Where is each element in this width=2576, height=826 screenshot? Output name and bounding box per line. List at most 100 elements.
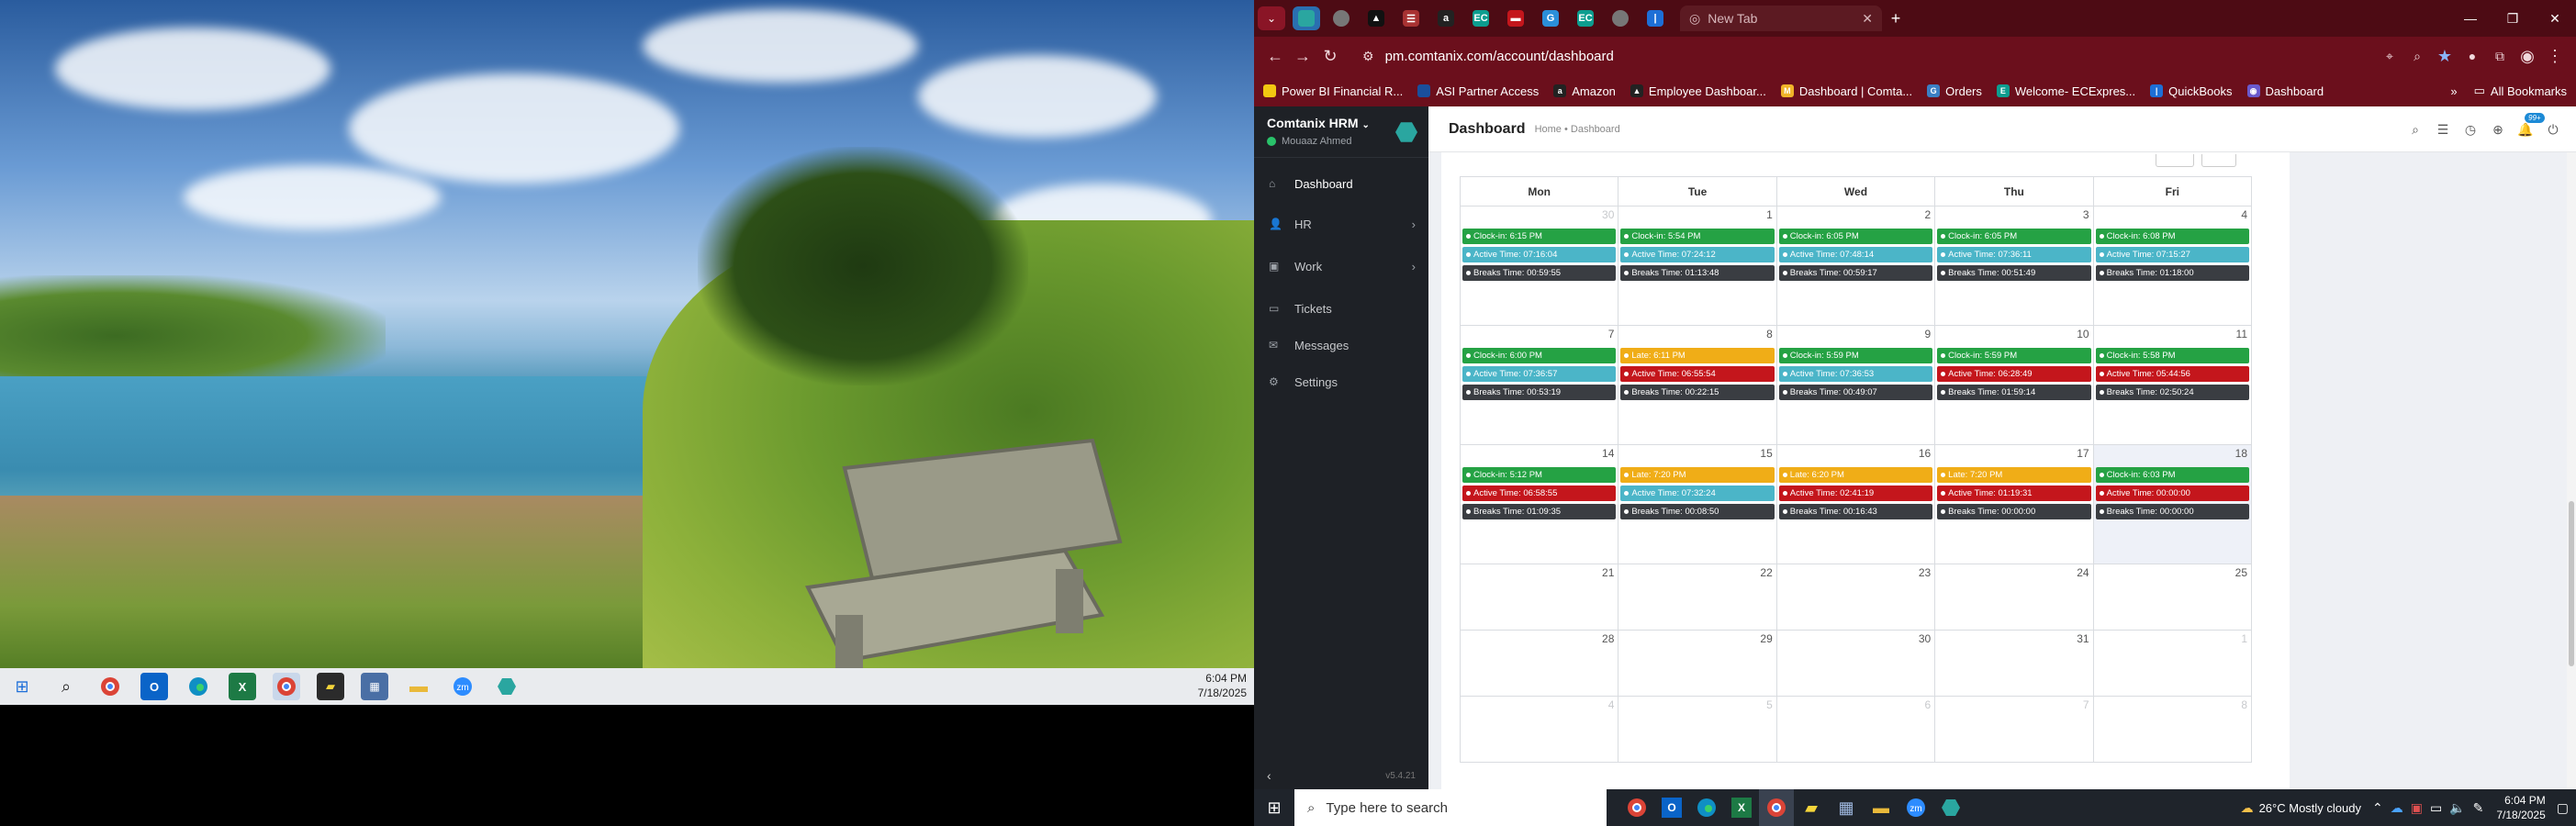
windows-icon[interactable]: ⊞ [8, 673, 36, 700]
close-window-button[interactable]: ✕ [2534, 0, 2576, 37]
network-icon[interactable]: ▭ [2430, 800, 2442, 816]
day-number[interactable]: 1 [1766, 208, 1773, 221]
sidebar-item-settings[interactable]: ⚙ Settings [1254, 363, 1428, 400]
new-tab-button[interactable]: + [1882, 6, 1910, 30]
day-number[interactable]: 17 [2077, 447, 2089, 460]
attendance-event[interactable]: Breaks Time: 00:08:50 [1620, 504, 1775, 519]
day-number[interactable]: 16 [1919, 447, 1931, 460]
zoom-icon[interactable]: ⌕ [2403, 42, 2431, 70]
tab-10[interactable]: | [1641, 6, 1669, 30]
calendar-day-cell[interactable]: 14 Clock-in: 5:12 PM Active Time: 06:58:55… [1459, 444, 1619, 564]
forward-button[interactable]: → [1289, 42, 1316, 70]
attendance-event[interactable]: Breaks Time: 00:59:55 [1462, 265, 1617, 281]
sidebar-item-messages[interactable]: ✉ Messages [1254, 327, 1428, 363]
calendar-day-cell[interactable]: 1 [2092, 630, 2253, 697]
excel-icon[interactable]: X [1724, 789, 1759, 826]
calendar-day-cell[interactable]: 8 Late: 6:11 PM Active Time: 06:55:54 Break… [1618, 325, 1777, 445]
taskbar-search-input[interactable]: ⌕ Type here to search [1294, 789, 1607, 826]
calendar-day-cell[interactable]: 17 Late: 7:20 PM Active Time: 01:19:31 Brea… [1934, 444, 2094, 564]
attendance-event[interactable]: Active Time: 05:44:56 [2095, 366, 2249, 382]
tab-search-button[interactable]: ⌄ [1258, 6, 1285, 30]
attendance-event[interactable]: Breaks Time: 01:18:00 [2095, 265, 2249, 281]
attendance-event[interactable]: Clock-in: 6:00 PM [1462, 348, 1617, 363]
tab-4[interactable]: a [1432, 6, 1460, 30]
day-number[interactable]: 10 [2077, 328, 2089, 340]
app-icon[interactable] [493, 673, 521, 700]
attendance-event[interactable]: Breaks Time: 00:49:07 [1778, 385, 1933, 400]
app-icon[interactable] [1933, 789, 1968, 826]
volume-icon[interactable]: 🔈 [2449, 800, 2465, 816]
calendar-day-cell[interactable]: 16 Late: 6:20 PM Active Time: 02:41:19 Brea… [1775, 444, 1936, 564]
attendance-event[interactable]: Active Time: 07:16:04 [1462, 247, 1617, 262]
tray-app-icon[interactable]: ▣ [2411, 800, 2423, 816]
attendance-event[interactable]: Active Time: 07:32:24 [1620, 486, 1775, 501]
attendance-event[interactable]: Clock-in: 6:03 PM [2095, 467, 2249, 483]
search-icon[interactable]: ⌕ [2402, 122, 2429, 138]
menu-icon[interactable]: ⋮ [2541, 42, 2569, 70]
day-number[interactable]: 30 [1919, 632, 1931, 645]
tab-6[interactable]: ▬ [1502, 6, 1529, 30]
tab-app[interactable] [1293, 6, 1320, 30]
chrome-icon[interactable] [1619, 789, 1654, 826]
bookmark-item[interactable]: M Dashboard | Comta... [1780, 84, 1912, 98]
day-number[interactable]: 4 [2241, 208, 2247, 221]
calendar-day-cell[interactable]: 11 Clock-in: 5:58 PM Active Time: 05:44:56… [2092, 325, 2253, 445]
clock-icon[interactable]: ◷ [2457, 122, 2484, 138]
day-number[interactable]: 11 [2236, 328, 2247, 340]
add-icon[interactable]: ⊕ [2484, 122, 2512, 138]
outlook-icon[interactable]: O [1654, 789, 1689, 826]
all-bookmarks[interactable]: » ▭ All Bookmarks [2450, 75, 2567, 106]
tab-5[interactable]: EC [1467, 6, 1495, 30]
attendance-event[interactable]: Clock-in: 5:12 PM [1462, 467, 1617, 483]
attendance-event[interactable]: Late: 7:20 PM [1620, 467, 1775, 483]
account-icon[interactable]: ◉ [2514, 42, 2541, 70]
attendance-event[interactable]: Active Time: 07:15:27 [2095, 247, 2249, 262]
attendance-event[interactable]: Breaks Time: 00:22:15 [1620, 385, 1775, 400]
sidebar-item-dashboard[interactable]: ⌂ Dashboard [1254, 165, 1428, 202]
calendar-day-cell[interactable]: 25 [2092, 564, 2253, 631]
calendar-day-cell[interactable]: 6 [1775, 696, 1936, 763]
next-button[interactable] [2201, 154, 2236, 167]
sidebar-item-tickets[interactable]: ▭ Tickets [1254, 290, 1428, 327]
calendar-day-cell[interactable]: 7 [1934, 696, 2094, 763]
tab-2[interactable]: ▲ [1362, 6, 1390, 30]
attendance-event[interactable]: Clock-in: 5:58 PM [2095, 348, 2249, 363]
attendance-event[interactable]: Active Time: 02:41:19 [1778, 486, 1933, 501]
sticky-notes-icon[interactable]: ▰ [1794, 789, 1829, 826]
chrome-icon[interactable] [1759, 789, 1794, 826]
attendance-event[interactable]: Late: 6:11 PM [1620, 348, 1775, 363]
app-name[interactable]: Comtanix HRM ⌄ [1267, 116, 1416, 130]
attendance-event[interactable]: Late: 6:20 PM [1778, 467, 1933, 483]
attendance-event[interactable]: Active Time: 06:55:54 [1620, 366, 1775, 382]
right-clock[interactable]: 6:04 PM 7/18/2025 [2496, 793, 2545, 822]
minimize-button[interactable]: — [2449, 0, 2492, 37]
page-scrollbar[interactable] [2567, 152, 2576, 789]
list-icon[interactable]: ☰ [2429, 122, 2457, 138]
url-input[interactable]: ⚙ pm.comtanix.com/account/dashboard [1353, 41, 2367, 71]
tab-7[interactable]: G [1537, 6, 1564, 30]
attendance-event[interactable]: Breaks Time: 01:59:14 [1937, 385, 2091, 400]
close-icon[interactable]: ✕ [1862, 11, 1873, 27]
weather-text[interactable]: 26°C Mostly cloudy [2259, 801, 2361, 815]
day-number[interactable]: 28 [1602, 632, 1614, 645]
attendance-event[interactable]: Active Time: 07:36:53 [1778, 366, 1933, 382]
chrome-icon[interactable] [273, 673, 300, 700]
breadcrumb[interactable]: Home • Dashboard [1535, 124, 1620, 135]
calendar-day-cell[interactable]: 22 [1618, 564, 1777, 631]
day-number[interactable]: 15 [1760, 447, 1772, 460]
calendar-day-cell[interactable]: 5 [1618, 696, 1777, 763]
bookmark-item[interactable]: ◉ Dashboard [2246, 84, 2324, 98]
calendar-day-cell[interactable]: 24 [1934, 564, 2094, 631]
attendance-event[interactable]: Breaks Time: 00:00:00 [2095, 504, 2249, 519]
attendance-event[interactable]: Breaks Time: 00:53:19 [1462, 385, 1617, 400]
day-number[interactable]: 18 [2235, 447, 2247, 460]
calendar-day-cell[interactable]: 31 [1934, 630, 2094, 697]
attendance-event[interactable]: Active Time: 07:36:57 [1462, 366, 1617, 382]
day-number[interactable]: 8 [2241, 698, 2247, 711]
zoom-icon[interactable]: zm [1898, 789, 1933, 826]
prev-button[interactable] [2156, 154, 2194, 167]
attendance-event[interactable]: Clock-in: 6:05 PM [1937, 229, 2091, 244]
outlook-icon[interactable]: O [140, 673, 168, 700]
attendance-event[interactable]: Active Time: 07:24:12 [1620, 247, 1775, 262]
day-number[interactable]: 1 [2241, 632, 2247, 645]
